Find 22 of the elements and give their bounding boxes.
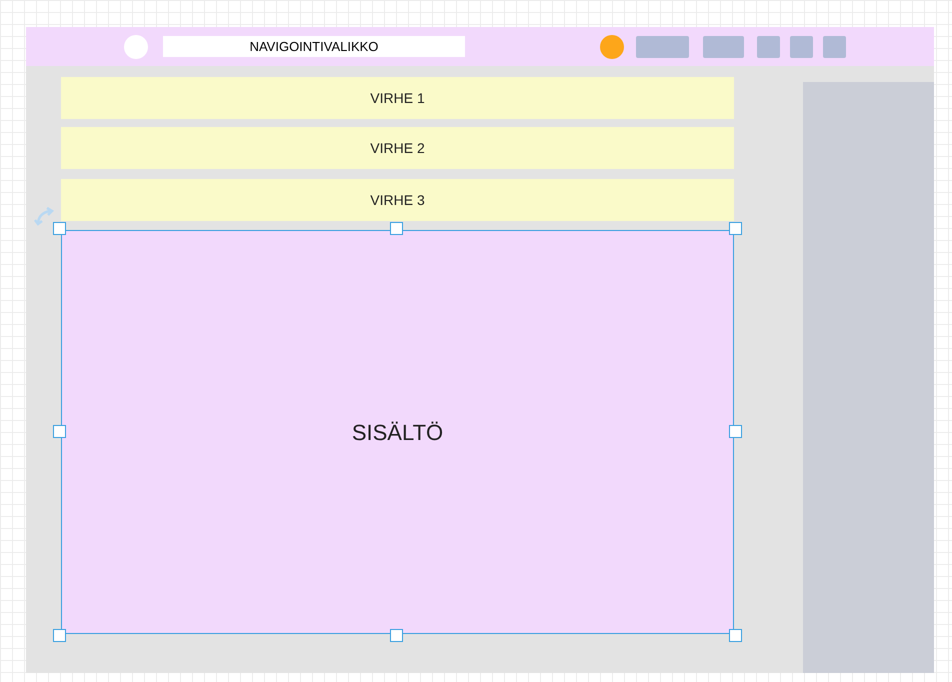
menu-button[interactable] (636, 36, 689, 58)
resize-handle[interactable] (729, 425, 742, 438)
resize-handle[interactable] (53, 629, 66, 642)
resize-handle[interactable] (729, 629, 742, 642)
content-label: SISÄLTÖ (352, 418, 444, 446)
menu-button[interactable] (757, 36, 780, 58)
navigation-title: NAVIGOINTIVALIKKO (163, 36, 465, 57)
resize-handle[interactable] (729, 222, 742, 235)
error-banner: VIRHE 3 (61, 179, 734, 221)
resize-handle[interactable] (390, 629, 403, 642)
error-banner: VIRHE 1 (61, 77, 734, 119)
menu-button[interactable] (703, 36, 744, 58)
logo-icon (124, 34, 148, 58)
menu-button[interactable] (790, 36, 813, 58)
resize-handle[interactable] (390, 222, 403, 235)
avatar-icon (600, 34, 624, 58)
resize-handle[interactable] (53, 222, 66, 235)
rotate-handle-icon[interactable] (33, 205, 57, 229)
error-banner: VIRHE 2 (61, 127, 734, 169)
content-area[interactable]: SISÄLTÖ (61, 230, 734, 634)
resize-handle[interactable] (53, 425, 66, 438)
menu-button[interactable] (823, 36, 846, 58)
